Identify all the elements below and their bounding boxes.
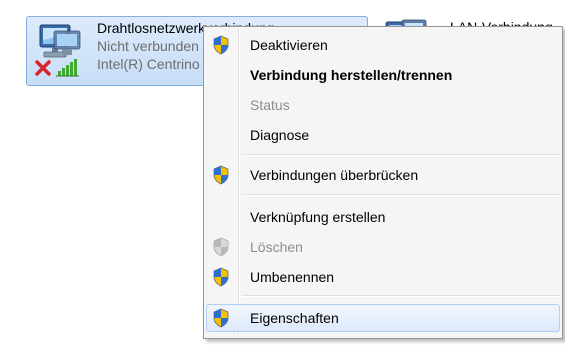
menu-item-umbenennen[interactable]: Umbenennen [206, 263, 560, 291]
uac-shield-icon [213, 308, 229, 328]
uac-shield-icon [213, 267, 229, 287]
menu-separator [242, 154, 560, 156]
uac-shield-icon [213, 237, 229, 257]
menu-item-status[interactable]: Status [206, 91, 560, 119]
menu-separator [242, 295, 560, 297]
menu-item-label: Status [250, 97, 290, 113]
menu-item-verbindung-herstellen-trennen[interactable]: Verbindung herstellen/trennen [206, 61, 560, 89]
menu-item-label: Umbenennen [250, 269, 335, 285]
context-menu: Deaktivieren Verbindung herstellen/trenn… [203, 26, 563, 339]
menu-item-label: Verbindungen überbrücken [250, 167, 419, 183]
disconnected-x-icon [35, 60, 51, 76]
menu-item-label: Eigenschaften [250, 310, 339, 326]
menu-item-deaktivieren[interactable]: Deaktivieren [206, 31, 560, 59]
menu-item-loeschen[interactable]: Löschen [206, 233, 560, 261]
network-connections-window: Drahtlosnetzwerkverbindung Nicht verbund… [0, 0, 565, 345]
uac-shield-icon [213, 35, 229, 55]
menu-item-label: Verbindung herstellen/trennen [250, 67, 453, 83]
menu-item-diagnose[interactable]: Diagnose [206, 121, 560, 149]
menu-item-label: Löschen [250, 239, 303, 255]
menu-item-label: Deaktivieren [250, 37, 328, 53]
wireless-network-icon [35, 24, 81, 77]
signal-strength-icon [56, 59, 79, 77]
menu-item-label: Verknüpfung erstellen [250, 209, 386, 225]
menu-item-label: Diagnose [250, 127, 310, 143]
menu-item-eigenschaften[interactable]: Eigenschaften [206, 304, 560, 332]
menu-item-verknuepfung-erstellen[interactable]: Verknüpfung erstellen [206, 203, 560, 231]
uac-shield-icon [213, 165, 229, 185]
menu-separator [242, 194, 560, 196]
menu-item-verbindungen-ueberbruecken[interactable]: Verbindungen überbrücken [206, 161, 560, 189]
